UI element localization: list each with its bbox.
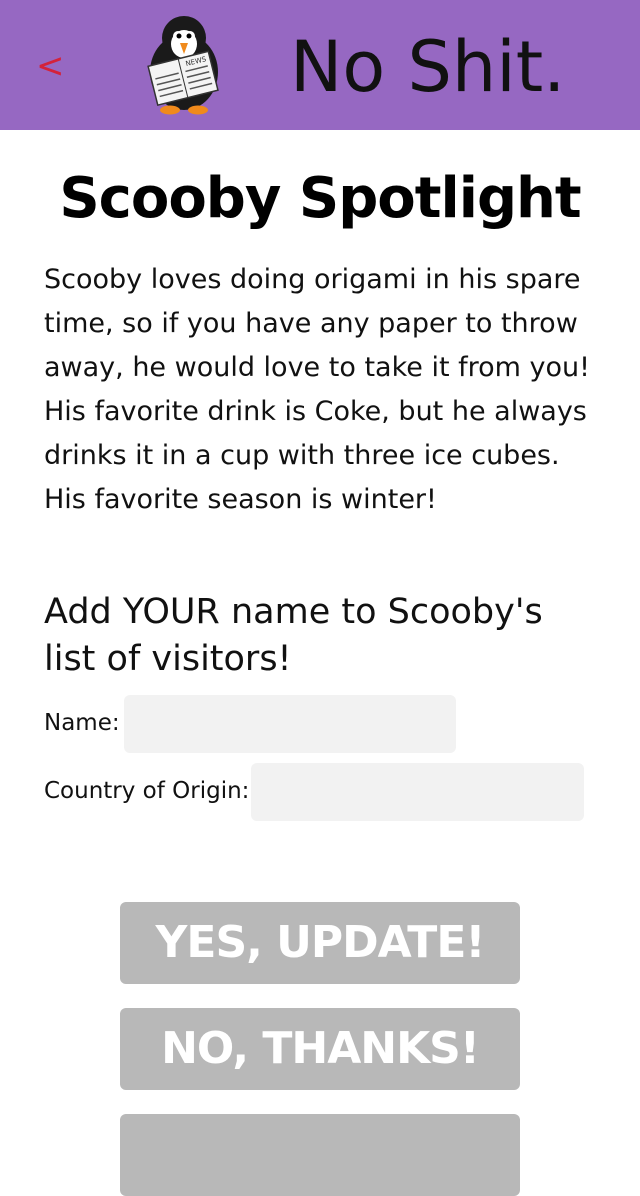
no-thanks-button[interactable]: NO, THANKS! <box>120 1008 520 1090</box>
bio-paragraph: Scooby loves doing origami in his spare … <box>44 264 590 515</box>
page-title: Scooby Spotlight <box>59 166 581 231</box>
app-header: < NEWS No Shit. <box>0 0 640 130</box>
brand-title: No Shit. <box>290 26 566 108</box>
third-button[interactable] <box>120 1114 520 1196</box>
name-input[interactable] <box>124 695 456 753</box>
name-label: Name: <box>44 710 120 736</box>
country-label: Country of Origin: <box>44 778 250 804</box>
yes-update-button[interactable]: YES, UPDATE! <box>120 902 520 984</box>
form-heading: Add YOUR name to Scooby's list of visito… <box>44 592 543 679</box>
country-input[interactable] <box>251 763 584 821</box>
back-button[interactable]: < <box>36 44 66 88</box>
penguin-logo-icon: NEWS <box>142 14 226 116</box>
